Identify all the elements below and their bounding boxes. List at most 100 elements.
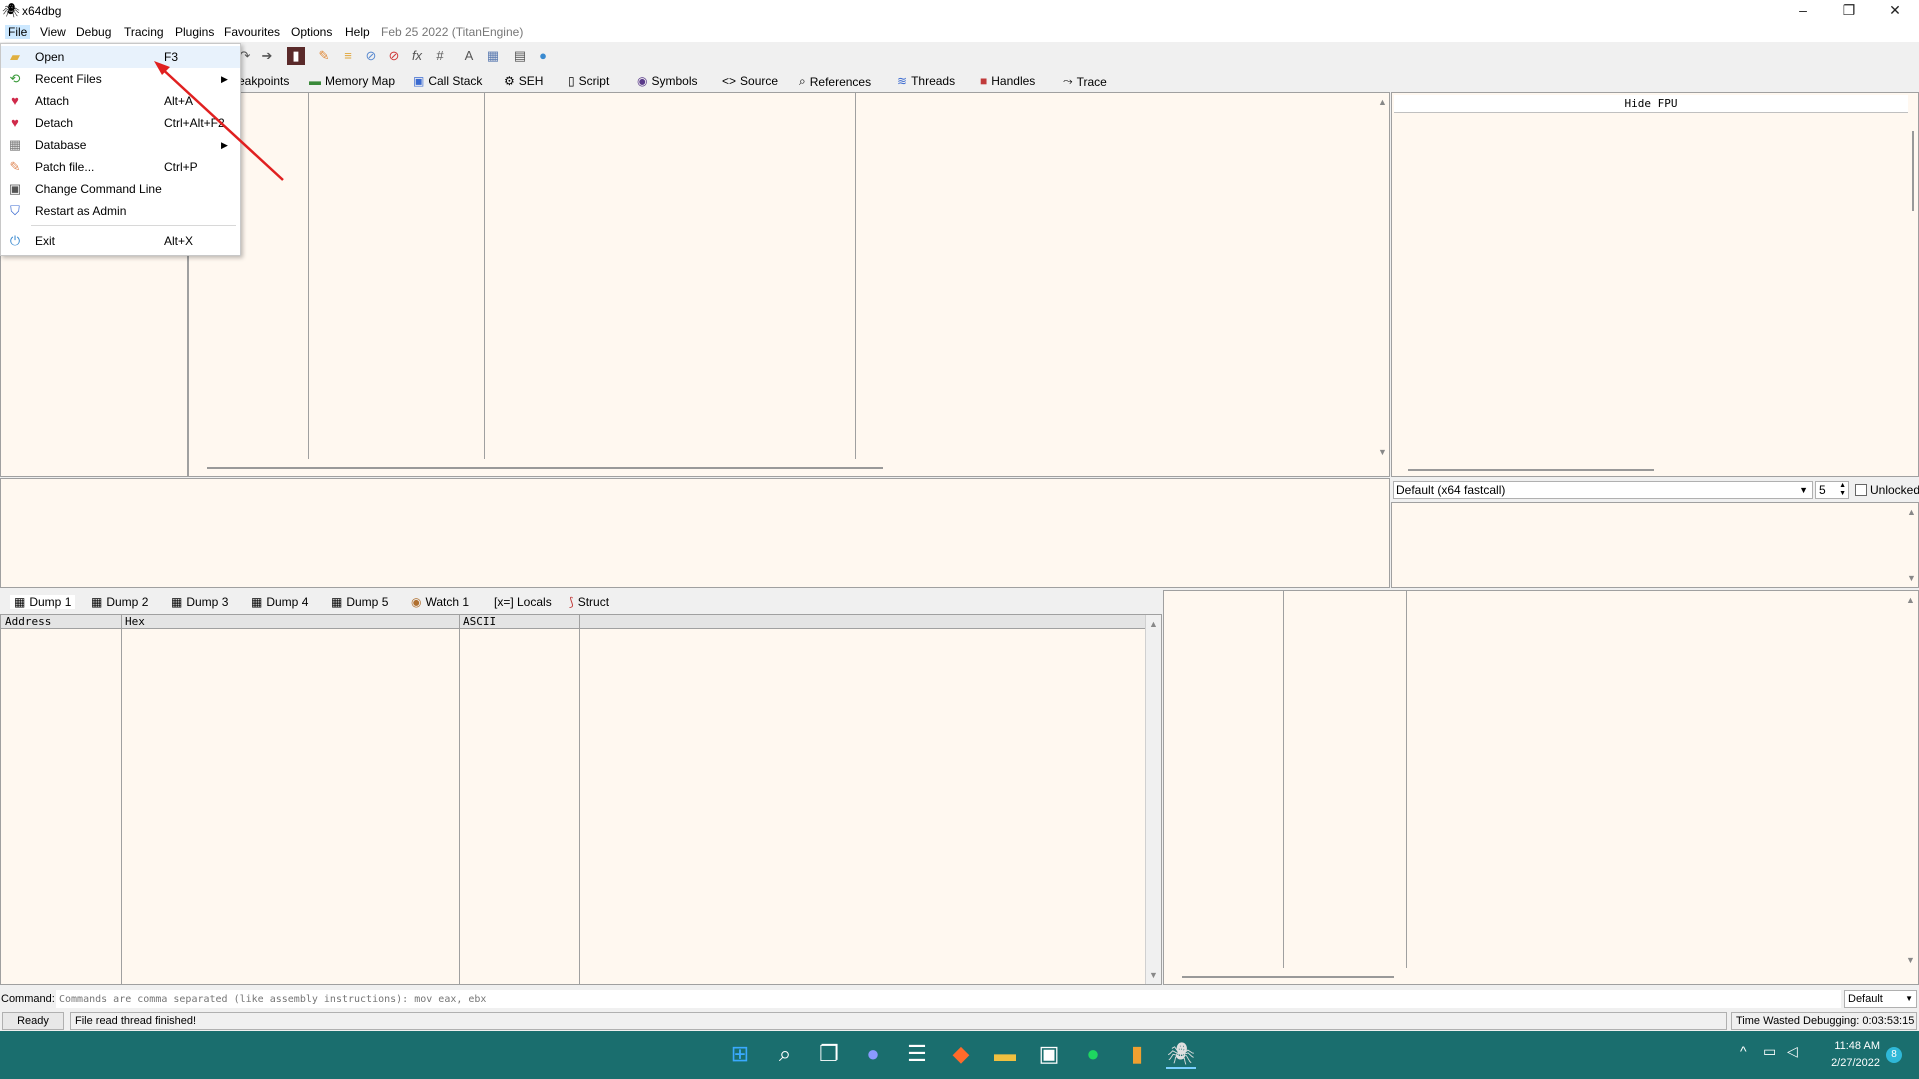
column-header-hex[interactable]: Hex (121, 615, 459, 629)
tab-script[interactable]: ▯ Script (568, 74, 609, 88)
discord-icon[interactable]: ● (858, 1039, 888, 1069)
menu-item-exit[interactable]: ⏻ Exit Alt+X (1, 230, 240, 252)
tab-memory-map[interactable]: ▬ Memory Map (309, 74, 395, 88)
network-icon[interactable]: ▭ (1763, 1043, 1776, 1060)
hide-fpu-button[interactable]: Hide FPU (1394, 95, 1908, 113)
store-icon[interactable]: ▣ (1034, 1039, 1064, 1069)
debug-app-icon[interactable]: ▮ (1122, 1039, 1152, 1069)
scroll-up-icon[interactable]: ▲ (1149, 619, 1158, 629)
menu-file[interactable]: File (5, 25, 31, 39)
column-header-ascii[interactable]: ASCII (459, 615, 579, 629)
file-explorer-icon[interactable]: ▬ (990, 1039, 1020, 1069)
scroll-up-icon[interactable]: ▲ (1906, 595, 1915, 605)
clock-time[interactable]: 11:48 AM (1810, 1040, 1880, 1052)
horizontal-scrollbar[interactable] (1182, 976, 1394, 978)
brave-icon[interactable]: ◆ (946, 1039, 976, 1069)
argument-count-spinner[interactable]: 5 ▲ ▼ (1815, 481, 1849, 499)
tab-label: Dump 3 (186, 595, 229, 609)
tab-watch-1[interactable]: ◉ Watch 1 (411, 595, 469, 609)
patch-toolbar-icon[interactable]: ✎ (315, 47, 333, 65)
dump-icon: ▦ (91, 595, 103, 609)
tab-handles[interactable]: ■ Handles (980, 74, 1035, 88)
arguments-panel: ▲ ▼ (1391, 502, 1919, 588)
dump-tab-bar: ▦ Dump 1 ▦ Dump 2 ▦ Dump 3 ▦ Dump 4 ▦ Dump 5 … (0, 590, 1162, 614)
horizontal-scrollbar[interactable] (1408, 469, 1654, 471)
menu-plugins[interactable]: Plugins (175, 25, 214, 39)
menu-bar: File View Debug Tracing Plugins Favourit… (0, 22, 1919, 42)
x64dbg-taskbar-icon[interactable]: 🕷 (1166, 1039, 1196, 1069)
menu-options[interactable]: Options (291, 25, 332, 39)
bookmarks-icon[interactable]: ⊘ (385, 47, 403, 65)
tab-symbols[interactable]: ◉ Symbols (637, 74, 698, 88)
labels-icon[interactable]: ⊘ (362, 47, 380, 65)
tab-locals[interactable]: [x=] Locals (494, 595, 552, 609)
detach-icon: ♥ (11, 115, 19, 130)
tab-seh[interactable]: ⚙ SEH (504, 74, 543, 88)
command-input[interactable] (56, 990, 1841, 1008)
status-bar: Ready File read thread finished! Time Wa… (0, 1011, 1919, 1031)
dump-panel[interactable]: Address Hex ASCII ▲ ▼ (0, 614, 1162, 985)
tab-label: Dump 4 (266, 595, 309, 609)
restore-button[interactable]: ❐ (1826, 0, 1872, 22)
menu-help[interactable]: Help (345, 25, 370, 39)
scroll-up-icon[interactable]: ▲ (1907, 507, 1916, 517)
notification-badge[interactable]: 8 (1886, 1047, 1902, 1063)
tab-dump-4[interactable]: ▦ Dump 4 (251, 595, 308, 609)
script-icon: ▯ (568, 74, 575, 88)
volume-icon[interactable]: ◁ (1787, 1043, 1798, 1060)
tab-label: Threads (911, 74, 956, 88)
command-mode-select[interactable]: Default ▼ (1844, 990, 1917, 1008)
tab-label: SEH (518, 74, 544, 88)
menu-view[interactable]: View (40, 25, 66, 39)
tab-dump-1[interactable]: ▦ Dump 1 (10, 595, 76, 609)
menu-tracing[interactable]: Tracing (124, 25, 164, 39)
functions-icon[interactable]: fx (408, 47, 426, 65)
tab-trace[interactable]: ⤳ Trace (1063, 74, 1107, 89)
tab-struct[interactable]: ⟆ Struct (569, 595, 609, 609)
calculator-icon[interactable]: ▦ (484, 47, 502, 65)
memory-icon: ▬ (309, 74, 321, 88)
tab-dump-5[interactable]: ▦ Dump 5 (331, 595, 388, 609)
spotify-icon[interactable]: ● (1078, 1039, 1108, 1069)
task-view-icon[interactable]: ❐ (814, 1039, 844, 1069)
comments-icon[interactable]: ≡ (339, 47, 357, 65)
hash-icon[interactable]: # (431, 47, 449, 65)
vertical-scrollbar[interactable]: ▲ ▼ (1145, 615, 1161, 984)
menu-icon[interactable]: ☰ (902, 1039, 932, 1069)
calling-convention-select[interactable]: Default (x64 fastcall) ▼ (1393, 481, 1813, 499)
windows-start-icon[interactable]: ⊞ (725, 1039, 755, 1069)
tab-call-stack[interactable]: ▣ Call Stack (413, 74, 482, 88)
tab-dump-2[interactable]: ▦ Dump 2 (91, 595, 148, 609)
chevron-up-icon[interactable]: ^ (1740, 1043, 1747, 1059)
close-button[interactable]: ✕ (1872, 0, 1918, 22)
search-icon: ⌕ (799, 74, 806, 88)
vertical-scrollbar[interactable] (1912, 131, 1914, 211)
minimize-button[interactable]: – (1780, 0, 1826, 22)
notes-icon[interactable]: ▤ (511, 47, 529, 65)
scroll-down-icon[interactable]: ▼ (1149, 970, 1158, 980)
globe-icon[interactable]: ● (534, 47, 552, 65)
scroll-down-icon[interactable]: ▼ (1907, 573, 1916, 583)
dump-icon: ▦ (251, 595, 263, 609)
menu-debug[interactable]: Debug (76, 25, 111, 39)
scroll-down-icon[interactable]: ▼ (1906, 955, 1915, 965)
tab-dump-3[interactable]: ▦ Dump 3 (171, 595, 228, 609)
status-message: File read thread finished! (70, 1012, 1727, 1030)
unlocked-checkbox[interactable] (1855, 484, 1867, 496)
clock-date[interactable]: 2/27/2022 (1810, 1057, 1880, 1069)
stack-panel[interactable]: ▲ ▼ (1163, 590, 1919, 985)
column-header-address[interactable]: Address (1, 615, 121, 629)
tab-label: Symbols (651, 74, 698, 88)
menu-favourites[interactable]: Favourites (224, 25, 280, 39)
search-icon[interactable]: ⌕ (770, 1039, 800, 1069)
tab-source[interactable]: <> Source (722, 74, 778, 88)
scroll-up-icon[interactable]: ▲ (1378, 97, 1387, 107)
tab-references[interactable]: ⌕ References (799, 74, 871, 89)
disassembly-panel[interactable]: ▲ ▼ (188, 92, 1390, 477)
horizontal-scrollbar[interactable] (207, 467, 883, 469)
command-label: Command: (1, 993, 55, 1005)
tab-threads[interactable]: ≋ Threads (897, 74, 955, 88)
scroll-down-icon[interactable]: ▼ (1378, 447, 1387, 457)
menu-item-restart-as-admin[interactable]: ⛉ Restart as Admin (1, 200, 240, 222)
font-icon[interactable]: A (460, 47, 478, 65)
